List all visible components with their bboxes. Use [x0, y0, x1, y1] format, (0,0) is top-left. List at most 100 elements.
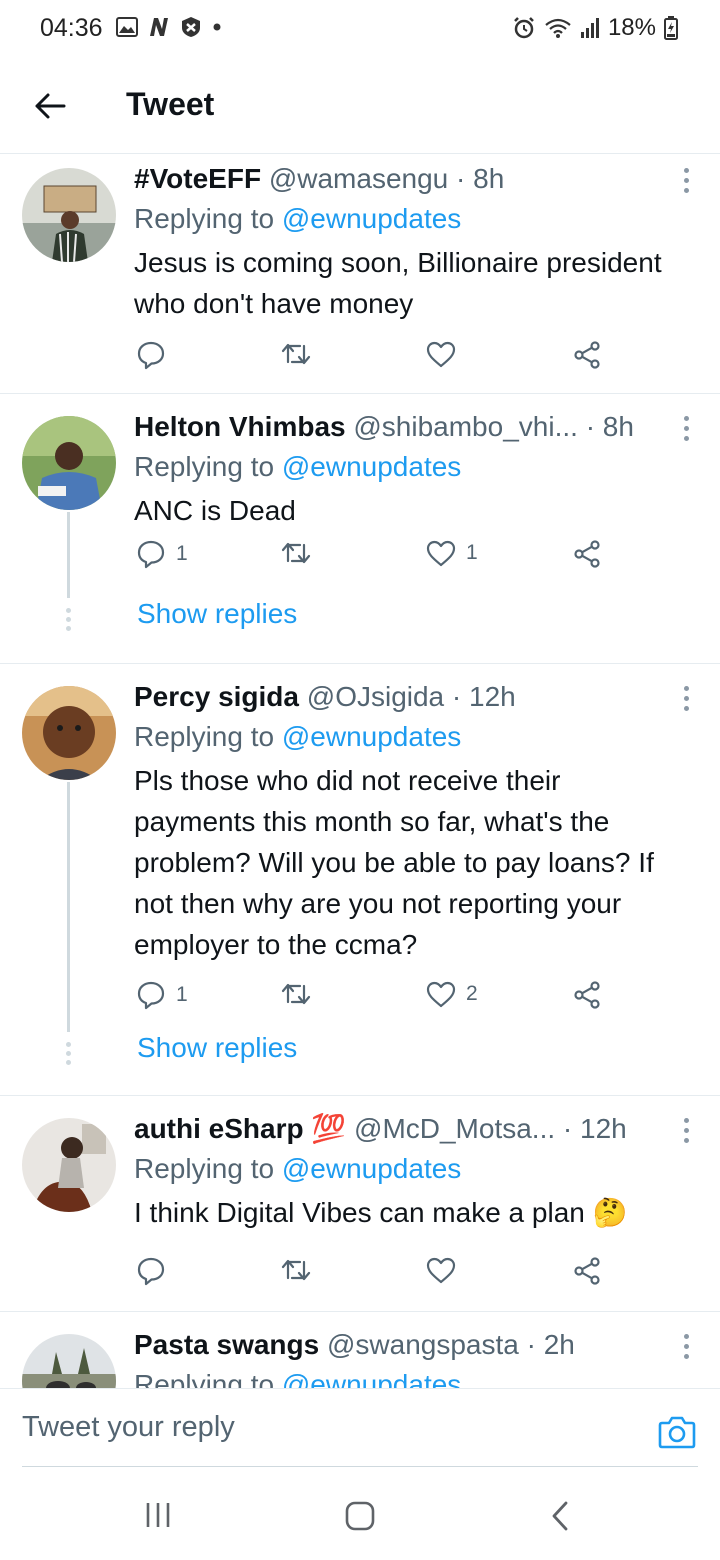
home-button[interactable] [344, 1500, 376, 1537]
tweet-text: ANC is Dead [134, 495, 296, 526]
wifi-icon [545, 18, 571, 38]
replying-to-link[interactable]: @ewnupdates [282, 1153, 461, 1184]
avatar[interactable] [22, 168, 116, 262]
dot-icon [213, 23, 221, 31]
share-icon [574, 981, 600, 1009]
reply-button[interactable]: 1 [136, 539, 188, 569]
retweet-icon [281, 1259, 311, 1281]
battery-icon [664, 16, 678, 40]
share-icon [574, 1257, 600, 1285]
alarm-icon [514, 17, 534, 39]
replying-to-prefix: Replying to [134, 1369, 282, 1388]
tweet-content: #VoteEFF @wamasengu · 8h Replying to @ew… [134, 160, 680, 324]
more-options-button[interactable] [680, 416, 692, 441]
thread-dots [66, 1042, 71, 1069]
tweet-content: Helton Vhimbas @shibambo_vhi... · 8h Rep… [134, 408, 680, 531]
author-name[interactable]: Pasta swangs [134, 1329, 319, 1360]
avatar[interactable] [22, 686, 116, 780]
recent-apps-icon [146, 1503, 170, 1527]
like-button[interactable]: 2 [426, 980, 478, 1008]
share-button[interactable] [572, 1256, 602, 1286]
status-system-icons: 18% [512, 14, 678, 42]
more-options-button[interactable] [680, 168, 692, 193]
author-name[interactable]: Percy sigida [134, 681, 299, 712]
reply-input-underline [22, 1466, 698, 1467]
chevron-left-icon [552, 1501, 568, 1531]
status-notification-icons [116, 16, 222, 38]
tweet-text: Pls those who did not receive their paym… [134, 765, 654, 960]
image-icon [116, 17, 138, 37]
author-handle: @wamasengu · 8h [268, 163, 505, 194]
author-name[interactable]: authi eSharp 💯 [134, 1113, 346, 1144]
replying-to-prefix: Replying to [134, 1153, 282, 1184]
tweet-meta: authi eSharp 💯 @McD_Motsa... · 12h [134, 1110, 680, 1148]
reply-count: 1 [176, 542, 188, 565]
tweet-actions [134, 340, 614, 380]
tweet-item[interactable]: Percy sigida @OJsigida · 12h Replying to… [0, 664, 720, 1096]
replies-feed[interactable]: #VoteEFF @wamasengu · 8h Replying to @ew… [0, 154, 720, 1388]
retweet-button[interactable] [280, 539, 312, 567]
avatar[interactable] [22, 1118, 116, 1212]
tweet-actions: 1 2 [134, 980, 614, 1020]
camera-icon [658, 1416, 696, 1449]
retweet-button[interactable] [280, 340, 312, 368]
recent-apps-button[interactable] [144, 1500, 172, 1535]
status-bar: 04:36 18% [0, 0, 720, 56]
tweet-item[interactable]: #VoteEFF @wamasengu · 8h Replying to @ew… [0, 154, 720, 394]
avatar[interactable] [22, 416, 116, 510]
tweet-meta: Percy sigida @OJsigida · 12h [134, 678, 680, 716]
signal-icon [580, 18, 599, 38]
retweet-button[interactable] [280, 1256, 312, 1284]
back-nav-button[interactable] [548, 1500, 572, 1537]
author-name[interactable]: Helton Vhimbas [134, 411, 346, 442]
comment-icon [137, 540, 165, 569]
comment-icon [137, 341, 165, 370]
tweet-item[interactable]: Pasta swangs @swangspasta · 2h Replying … [0, 1312, 720, 1388]
replying-to-prefix: Replying to [134, 203, 282, 234]
reply-input[interactable] [22, 1411, 622, 1444]
avatar[interactable] [22, 1334, 116, 1388]
reply-button[interactable]: 1 [136, 980, 188, 1010]
thread-dots [66, 608, 71, 635]
reply-button[interactable] [136, 1256, 176, 1286]
heart-icon [426, 1257, 456, 1284]
more-options-button[interactable] [680, 1118, 692, 1143]
more-options-button[interactable] [680, 1334, 692, 1359]
like-button[interactable] [426, 1256, 466, 1284]
retweet-icon [281, 983, 311, 1005]
battery-percent: 18% [607, 14, 656, 41]
tweet-actions: 1 1 [134, 539, 614, 579]
share-button[interactable] [572, 539, 602, 569]
back-button[interactable] [28, 84, 72, 128]
tweet-meta: #VoteEFF @wamasengu · 8h [134, 160, 680, 198]
tweet-content: Pasta swangs @swangspasta · 2h Replying … [134, 1326, 680, 1388]
replying-to-link[interactable]: @ewnupdates [282, 451, 461, 482]
retweet-icon [281, 343, 311, 365]
show-replies-link[interactable]: Show replies [137, 598, 297, 630]
comment-icon [137, 1257, 165, 1286]
share-button[interactable] [572, 340, 602, 370]
tweet-meta: Pasta swangs @swangspasta · 2h [134, 1326, 680, 1364]
reply-button[interactable] [136, 340, 176, 370]
replying-to-link[interactable]: @ewnupdates [282, 1369, 461, 1388]
tweet-text: I think Digital Vibes can make a plan 🤔 [134, 1197, 628, 1228]
like-button[interactable] [426, 340, 466, 368]
tweet-actions [134, 1256, 614, 1296]
like-button[interactable]: 1 [426, 539, 478, 567]
retweet-button[interactable] [280, 980, 312, 1008]
replying-to-prefix: Replying to [134, 451, 282, 482]
tweet-item[interactable]: authi eSharp 💯 @McD_Motsa... · 12h Reply… [0, 1096, 720, 1312]
share-button[interactable] [572, 980, 602, 1010]
show-replies-link[interactable]: Show replies [137, 1032, 297, 1064]
replying-to: Replying to @ewnupdates [134, 446, 680, 488]
more-options-button[interactable] [680, 686, 692, 711]
replying-to-link[interactable]: @ewnupdates [282, 721, 461, 752]
home-icon [345, 1501, 375, 1531]
comment-icon [137, 981, 165, 1010]
camera-button[interactable] [658, 1415, 696, 1454]
replying-to-link[interactable]: @ewnupdates [282, 203, 461, 234]
author-name[interactable]: #VoteEFF [134, 163, 261, 194]
author-handle: @shibambo_vhi... · 8h [353, 411, 634, 442]
tweet-item[interactable]: Helton Vhimbas @shibambo_vhi... · 8h Rep… [0, 394, 720, 664]
tweet-content: Percy sigida @OJsigida · 12h Replying to… [134, 678, 680, 965]
